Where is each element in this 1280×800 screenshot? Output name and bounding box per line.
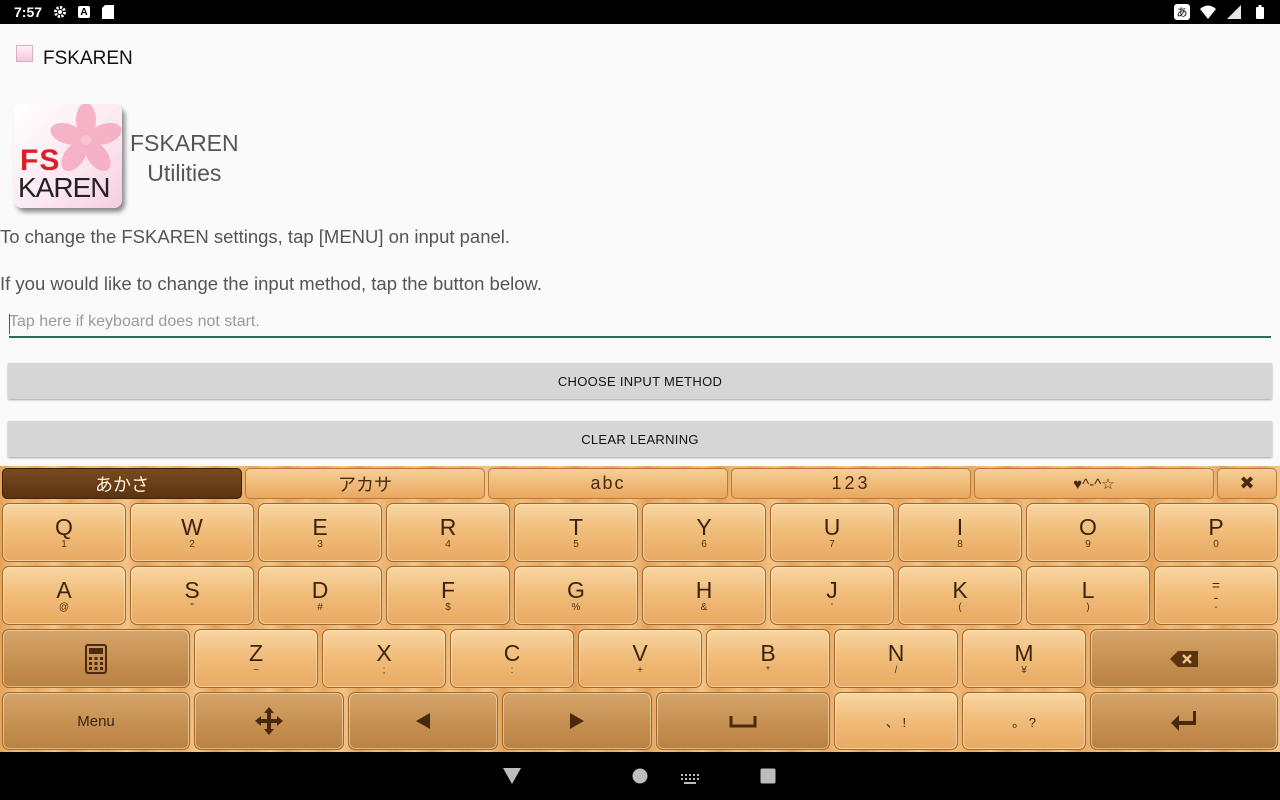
settings-gear-icon — [52, 4, 68, 20]
logo-caption: FSKAREN Utilities — [130, 128, 239, 188]
key-period-question[interactable]: 。 ? — [962, 692, 1086, 750]
logo-caption-line1: FSKAREN — [130, 130, 239, 156]
clear-learning-button[interactable]: CLEAR LEARNING — [8, 421, 1272, 457]
key-c[interactable]: C: — [450, 629, 574, 688]
keyboard-start-input[interactable] — [9, 308, 1271, 338]
keyboard-close-button[interactable]: ✖ — [1217, 468, 1277, 499]
navigation-bar — [0, 752, 1280, 800]
input-method-instruction: If you would like to change the input me… — [0, 273, 543, 294]
key-t[interactable]: T5 — [514, 503, 638, 562]
key-h[interactable]: H & — [642, 566, 766, 625]
wifi-icon — [1200, 4, 1216, 20]
key-e[interactable]: E3 — [258, 503, 382, 562]
sd-card-icon — [100, 4, 116, 20]
nav-keyboard-switch-button[interactable] — [681, 771, 699, 789]
status-time: 7:57 — [14, 4, 43, 20]
tab-emoticons[interactable]: ♥^-^☆ — [974, 468, 1214, 499]
key-y[interactable]: Y6 — [642, 503, 766, 562]
key-m[interactable]: M ¥ — [962, 629, 1086, 688]
key-r[interactable]: R4 — [386, 503, 510, 562]
app-small-icon — [16, 44, 33, 62]
key-z[interactable]: Z ~ — [194, 629, 318, 688]
key-a[interactable]: A @ — [2, 566, 126, 625]
key-u[interactable]: U7 — [770, 503, 894, 562]
key-d[interactable]: D # — [258, 566, 382, 625]
tab-alphabet[interactable]: abc — [488, 468, 728, 499]
key-p[interactable]: P0 — [1154, 503, 1278, 562]
key-space[interactable] — [656, 692, 830, 750]
recents-square-icon — [760, 768, 776, 784]
tab-katakana[interactable]: アカサ — [245, 468, 485, 499]
key-b[interactable]: B * — [706, 629, 830, 688]
logo-karen-text: KAREN — [18, 172, 110, 203]
keyboard-mode-tabs: あかさ アカサ abc 123 ♥^-^☆ ✖ — [0, 466, 1280, 502]
choose-input-method-button[interactable]: CHOOSE INPUT METHOD — [8, 363, 1272, 399]
tab-hiragana[interactable]: あかさ — [2, 468, 242, 499]
key-j[interactable]: J ' — [770, 566, 894, 625]
status-bar: 7:57 A あ — [0, 0, 1280, 24]
app-title: FSKAREN — [43, 48, 133, 69]
a-notification-icon: A — [78, 6, 91, 18]
text-caret — [9, 314, 10, 334]
arrow-left-icon — [416, 713, 430, 729]
move-arrows-icon — [255, 707, 283, 735]
key-q[interactable]: Q1 — [2, 503, 126, 562]
keyboard-icon — [681, 774, 699, 784]
calculator-icon — [85, 643, 107, 674]
key-comma-exclaim[interactable]: 、 ! — [834, 692, 958, 750]
fskaren-logo: FS KAREN — [14, 104, 122, 208]
key-n[interactable]: N / — [834, 629, 958, 688]
sakura-flower-icon — [50, 104, 122, 172]
key-s[interactable]: S " — [130, 566, 254, 625]
key-equals-minus[interactable]: = -- — [1154, 566, 1278, 625]
settings-instruction: To change the FSKAREN settings, tap [MEN… — [0, 226, 511, 247]
signal-icon — [1226, 4, 1242, 20]
key-f[interactable]: F $ — [386, 566, 510, 625]
app-title-row: FSKAREN — [16, 44, 133, 70]
key-right[interactable] — [502, 692, 652, 750]
backspace-icon — [1170, 650, 1198, 667]
key-g[interactable]: G% — [514, 566, 638, 625]
back-triangle-icon — [503, 768, 521, 784]
fskaren-keyboard: あかさ アカサ abc 123 ♥^-^☆ ✖ Q1 W2 E3 R4 T5 Y… — [0, 466, 1280, 752]
key-l[interactable]: L) — [1026, 566, 1150, 625]
key-left[interactable] — [348, 692, 498, 750]
key-o[interactable]: O9 — [1026, 503, 1150, 562]
key-i[interactable]: I8 — [898, 503, 1022, 562]
key-v[interactable]: V + — [578, 629, 702, 688]
ime-indicator-icon: あ — [1174, 4, 1190, 20]
logo-caption-line2: Utilities — [147, 160, 222, 186]
space-icon — [729, 716, 757, 728]
battery-icon — [1252, 4, 1268, 20]
key-backspace[interactable] — [1090, 629, 1278, 688]
key-enter[interactable] — [1090, 692, 1278, 750]
key-menu[interactable]: Menu — [2, 692, 190, 750]
key-k[interactable]: K( — [898, 566, 1022, 625]
enter-icon — [1171, 711, 1196, 731]
tab-numbers[interactable]: 123 — [731, 468, 971, 499]
nav-recents-button[interactable] — [760, 768, 776, 789]
nav-back-button[interactable] — [503, 768, 521, 789]
arrow-right-icon — [570, 713, 584, 729]
key-calculator[interactable] — [2, 629, 190, 688]
key-cursor-move[interactable] — [194, 692, 344, 750]
home-circle-icon — [632, 768, 648, 784]
key-x[interactable]: X; — [322, 629, 446, 688]
nav-home-button[interactable] — [632, 768, 648, 789]
key-w[interactable]: W2 — [130, 503, 254, 562]
